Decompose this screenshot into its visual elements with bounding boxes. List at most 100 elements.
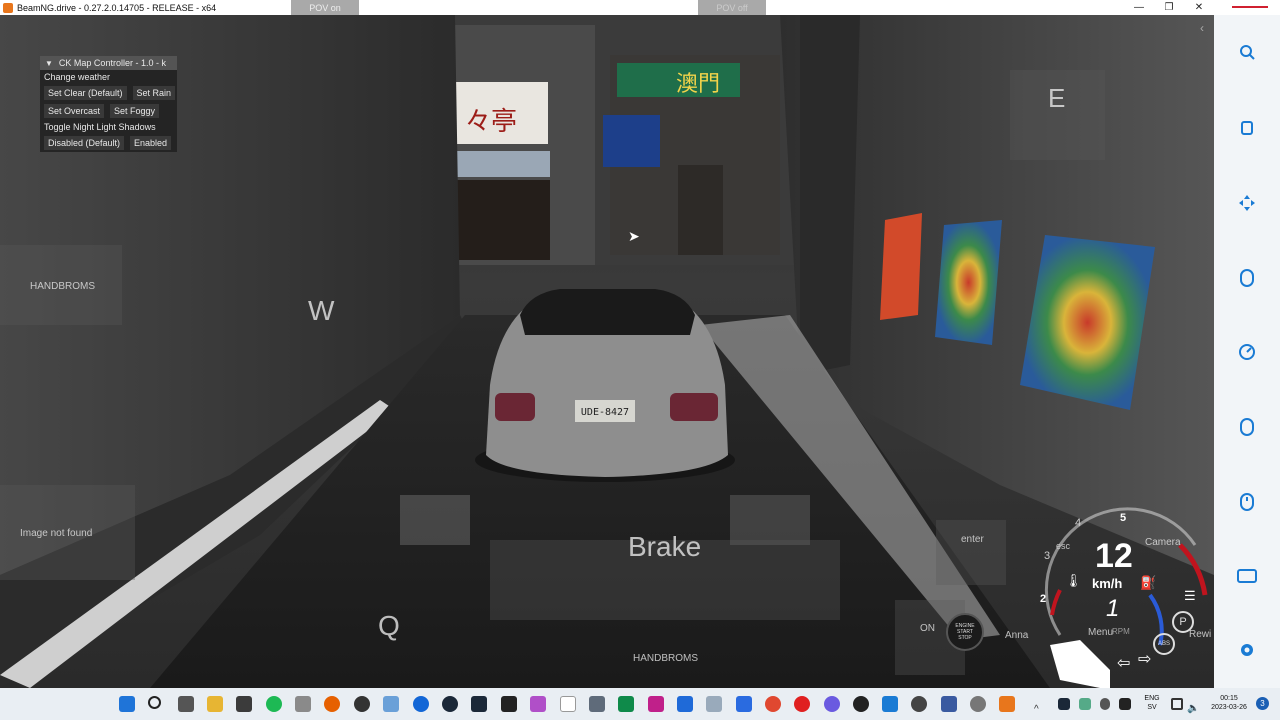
gear-app-icon[interactable] [911,696,927,712]
equalizer-icon[interactable] [501,696,517,712]
key-w-label[interactable]: W [308,295,334,327]
sidebar-top-strip [1214,0,1280,15]
epic-icon[interactable] [442,696,458,712]
steam-icon[interactable] [471,696,487,712]
enter-label: enter [961,534,984,545]
abs-indicator: ABS [1153,633,1175,655]
key-q-label[interactable]: Q [378,610,400,642]
gauge-icon[interactable] [1237,342,1257,362]
handbrake-left-label: HANDBROMS [30,281,96,292]
tray-mic-icon[interactable] [1100,698,1110,710]
file-explorer-icon[interactable] [207,696,223,712]
opera-icon[interactable] [794,696,810,712]
speed-unit: km/h [1092,576,1123,591]
set-overcast-button[interactable]: Set Overcast [44,104,105,118]
microphone-icon[interactable] [765,696,781,712]
set-rain-button[interactable]: Set Rain [132,86,176,100]
tach-mark-3: 3 [1044,550,1051,562]
settings-gear-icon[interactable] [1237,640,1257,660]
brake-label: Brake [628,531,702,562]
maximize-button[interactable]: ❐ [1154,0,1184,15]
set-foggy-button[interactable]: Set Foggy [110,104,160,118]
weather-row-1: Set Clear (Default) Set Rain [40,84,177,102]
language-indicator[interactable]: ENG SV [1140,694,1164,712]
fuel-icon: ⛽ [1140,575,1157,590]
tray-app-icon[interactable] [1079,698,1091,710]
mail-icon[interactable] [589,696,605,712]
on-label: ON [920,623,935,634]
temperature-icon: 🌡 [1065,573,1082,588]
clock-date: 2023-03-26 [1211,704,1247,711]
game-viewport[interactable]: 々亭 澳門 UDE-8427 E W HANDBROMS Image not f… [0,15,1214,688]
volume-icon[interactable]: 🔈 [1187,698,1199,714]
remote-app-icon[interactable] [882,696,898,712]
enter-pad[interactable] [936,520,1006,585]
notification-badge[interactable]: 3 [1256,697,1269,710]
mouse-left-icon[interactable] [1237,268,1257,288]
calculator-icon[interactable] [736,696,752,712]
store-icon[interactable] [236,696,252,712]
word-icon[interactable] [677,696,693,712]
keyboard-icon[interactable] [1237,566,1257,586]
taskbar-search-icon[interactable] [148,696,161,709]
network-icon[interactable] [1171,698,1183,710]
screen: 々亭 澳門 UDE-8427 E W HANDBROMS Image not f… [0,0,1280,720]
keyboard-layout: SV [1147,704,1157,711]
photos-icon[interactable] [383,696,399,712]
abs-label: ABS [1157,641,1170,647]
window-title: BeamNG.drive - 0.27.2.0.14705 - RELEASE … [17,2,217,13]
tach-mark-5: 5 [1120,512,1127,524]
close-button[interactable]: ✕ [1184,0,1214,15]
purple-app-icon[interactable] [530,696,546,712]
obs-icon[interactable] [354,696,370,712]
handbrake-bottom-label[interactable]: HANDBROMS [633,653,698,664]
ck-panel-header[interactable]: ▼ CK Map Controller - 1.0 - k [40,56,177,70]
app-blue-icon[interactable] [413,696,429,712]
notes-icon[interactable] [295,696,311,712]
collapse-triangle-icon[interactable]: ▼ [45,59,53,68]
pov-off-button[interactable]: POV off [698,0,766,15]
green-app-icon[interactable] [618,696,634,712]
clock-app-icon[interactable] [970,696,986,712]
language-code: ENG [1144,695,1160,702]
disabled-default-button[interactable]: Disabled (Default) [44,136,125,150]
tach-mark-4: 4 [1075,517,1082,529]
beamng-taskbar-icon[interactable] [999,696,1015,712]
tray-app2-icon[interactable] [1119,698,1131,710]
pov-on-button[interactable]: POV on [291,0,359,15]
messenger-icon[interactable] [824,696,840,712]
minimize-button[interactable]: — [1124,0,1154,15]
tray-chevron-icon[interactable]: ^ [1034,699,1044,715]
windows-app-icon[interactable] [941,696,957,712]
task-view-icon[interactable] [178,696,194,712]
media-player-icon[interactable] [853,696,869,712]
gear-indicator: 1 [1106,595,1120,622]
pink-app-icon[interactable] [648,696,664,712]
collapse-arrow-icon[interactable]: ‹ [1200,21,1204,35]
rotate-screen-icon[interactable] [1237,118,1257,138]
image-icon[interactable] [706,696,722,712]
tray-steam-icon[interactable] [1058,698,1070,710]
notification-count: 3 [1260,699,1265,708]
firefox-icon[interactable] [324,696,340,712]
beamng-app-icon [3,2,13,13]
clock[interactable]: 00:15 2023-03-26 [1205,694,1253,712]
tach-mark-2: 2 [1040,593,1047,605]
mouse-scroll-icon[interactable] [1237,492,1257,512]
set-clear-button[interactable]: Set Clear (Default) [44,86,127,100]
search-icon[interactable] [1237,42,1257,62]
restaurant-sign: 々亭 [465,107,517,137]
spotify-icon[interactable] [266,696,282,712]
document-icon[interactable] [560,696,576,712]
license-plate: UDE-8427 [581,407,629,418]
key-e-label: E [1048,83,1066,113]
mouse-right-icon[interactable] [1237,417,1257,437]
weather-label: Change weather [44,72,111,82]
move-arrows-icon[interactable] [1237,193,1257,213]
enabled-button[interactable]: Enabled [130,136,172,150]
sidebar-accent-line [1232,6,1268,8]
start-icon[interactable] [119,696,135,712]
speed-value: 12 [1095,537,1133,575]
shadows-label: Toggle Night Light Shadows [44,122,156,132]
engine-start-button[interactable]: ENGINE START STOP [946,613,984,651]
